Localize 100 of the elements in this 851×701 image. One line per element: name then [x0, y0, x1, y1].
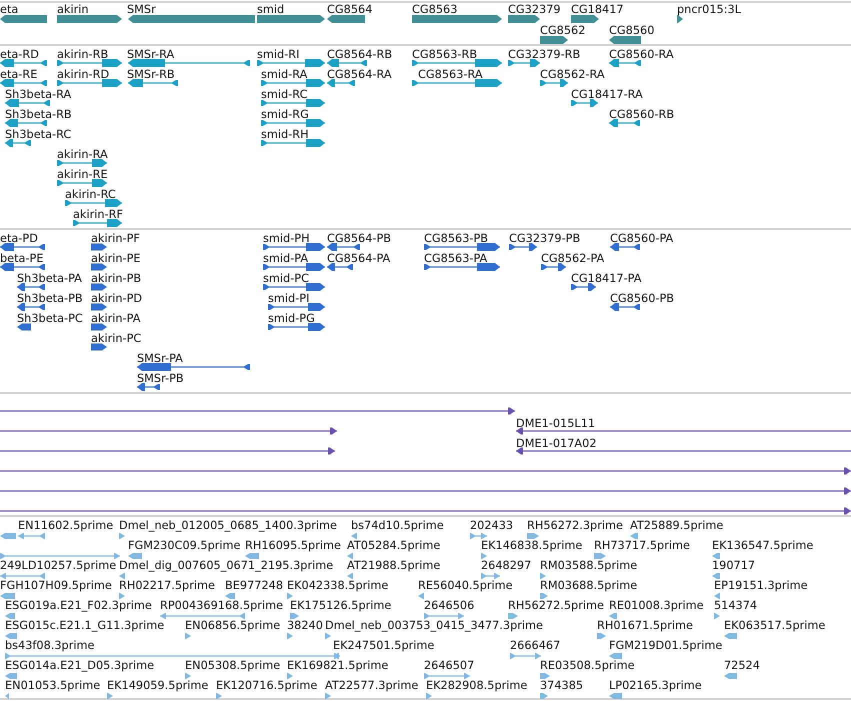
feature-label: 72524 — [724, 659, 760, 672]
feature-label: Dmel_dig_007605_0671_2195.3prime — [119, 559, 334, 572]
feature-label: CG8560-RB — [609, 108, 674, 121]
feature-label: akirin-RF — [73, 208, 123, 221]
feature-label: EK136547.5prime — [712, 539, 814, 552]
feature-label: AT22577.3prime — [325, 679, 418, 692]
feature-label: CG8564-PA — [327, 252, 390, 265]
feature-label: CG8560-PB — [610, 292, 674, 305]
feature-label: smid-RG — [261, 108, 309, 121]
feature-label: EN06856.5prime — [185, 619, 280, 632]
feature-label: eta-RD — [0, 48, 39, 61]
feature-label: 190717 — [712, 559, 756, 572]
feature-label: EK282908.5prime — [426, 679, 528, 692]
feature-label: CG8563-RB — [412, 48, 478, 61]
feature-label: smid-RI — [257, 48, 300, 61]
feature-label: 2646507 — [424, 659, 474, 672]
feature-label: CG8562-PA — [541, 252, 604, 265]
feature-label: CG8562 — [540, 24, 586, 37]
feature-label: SMSr-PA — [137, 352, 183, 365]
feature-label: EK063517.5prime — [724, 619, 826, 632]
feature-label: akirin-RC — [65, 188, 116, 201]
feature-label: akirin — [57, 3, 89, 16]
feature-label: akirin-RB — [57, 48, 108, 61]
feature-label: RP004369168.5prime — [160, 599, 284, 612]
feature-label: beta-PE — [0, 252, 44, 265]
feature-label: Sh3beta-PC — [17, 312, 83, 325]
feature-label: smid — [257, 3, 284, 16]
feature-label: 374385 — [540, 679, 584, 692]
feature-label: eta-PD — [0, 232, 38, 245]
feature-label: smid-PA — [263, 252, 308, 265]
feature-label: bs74d10.5prime — [351, 519, 444, 532]
feature-label: smid-RC — [261, 88, 308, 101]
feature-label: eta-RE — [0, 68, 38, 81]
feature-label: SMSr-RB — [127, 68, 175, 81]
feature-label: EP19151.3prime — [714, 579, 808, 592]
feature-label: akirin-RA — [57, 148, 108, 161]
feature-label: RH73717.5prime — [594, 539, 690, 552]
feature-label: SMSr-RA — [127, 48, 174, 61]
feature-label: CG32379-RB — [508, 48, 580, 61]
feature-label: akirin-RE — [57, 168, 108, 181]
feature-label: RM03588.5prime — [540, 559, 638, 572]
feature-label: pncr015:3L — [677, 3, 742, 16]
feature-label: EK247501.5prime — [333, 639, 434, 652]
feature-label: akirin-PB — [91, 272, 142, 285]
feature-label: CG32379-PB — [509, 232, 580, 245]
feature-label: ESG015c.E21.1_G11.3prime — [5, 619, 164, 632]
feature-label: 202433 — [470, 519, 514, 532]
feature-label: 249LD10257.5prime — [0, 559, 116, 572]
feature-label: EN11602.5prime — [18, 519, 114, 532]
feature-label: 38240 — [287, 619, 323, 632]
feature-label: ESG019a.E21_F02.3prime — [5, 599, 152, 612]
feature-label: RE56040.5prime — [418, 579, 513, 592]
feature-label: CG18417 — [571, 3, 624, 16]
feature-label: 2666467 — [510, 639, 560, 652]
feature-label: smid-PC — [263, 272, 309, 285]
feature-label: BE977248 — [225, 579, 284, 592]
feature-label: RE01008.3prime — [609, 599, 704, 612]
feature-label: RH56272.3prime — [527, 519, 623, 532]
feature-label: CG8564 — [327, 3, 372, 16]
feature-label: CG8563 — [412, 3, 458, 16]
feature-label: Dmel_neb_003753_0415_3477.3prime — [325, 619, 543, 632]
feature-label: FGM219D01.5prime — [609, 639, 722, 652]
feature-label: AT05284.5prime — [347, 539, 440, 552]
feature-label: EK042338.5prime — [287, 579, 388, 592]
feature-label: akirin-PF — [91, 232, 140, 245]
feature-label: AT25889.5prime — [630, 519, 724, 532]
feature-label: CG8564-PB — [327, 232, 392, 245]
feature-label: akirin-PC — [91, 332, 142, 345]
feature-label: FGH107H09.5prime — [0, 579, 112, 592]
feature-label: CG8564-RB — [327, 48, 392, 61]
feature-label: akirin-PD — [91, 292, 142, 305]
feature-label: 514374 — [714, 599, 758, 612]
feature-label: smid-PI — [268, 292, 310, 305]
feature-label: akirin-PE — [91, 252, 141, 265]
feature-label: EK120716.5prime — [216, 679, 318, 692]
feature-label: smid-RA — [261, 68, 308, 81]
feature-label: RE03508.5prime — [540, 659, 635, 672]
feature-label: akirin-PA — [91, 312, 140, 325]
feature-label: SMSr — [127, 3, 156, 16]
feature-label: smid-PG — [268, 312, 315, 325]
feature-label: CG32379 — [508, 3, 561, 16]
feature-label: 2646506 — [424, 599, 474, 612]
feature-label: akirin-RD — [57, 68, 110, 81]
feature-label: DME1-017A02 — [516, 437, 597, 450]
feature-label: EN05308.5prime — [185, 659, 280, 672]
feature-label: RM03688.5prime — [540, 579, 638, 592]
feature-label: RH02217.5prime — [119, 579, 215, 592]
feature-label: smid-PH — [263, 232, 310, 245]
feature-label: CG8563-PB — [424, 232, 488, 245]
feature-label: EK175126.5prime — [290, 599, 392, 612]
feature-label: EK149059.5prime — [107, 679, 208, 692]
feature-label: RH56272.5prime — [508, 599, 604, 612]
feature-label: Sh3beta-PA — [17, 272, 82, 285]
feature-label: RH01671.5prime — [597, 619, 693, 632]
feature-label: FGM230C09.5prime — [128, 539, 241, 552]
feature-label: eta — [0, 3, 18, 16]
feature-label: smid-RH — [261, 128, 309, 141]
feature-label: LP02165.3prime — [609, 679, 702, 692]
feature-label: CG8560-PA — [610, 232, 674, 245]
feature-label: CG8560-RA — [609, 48, 674, 61]
